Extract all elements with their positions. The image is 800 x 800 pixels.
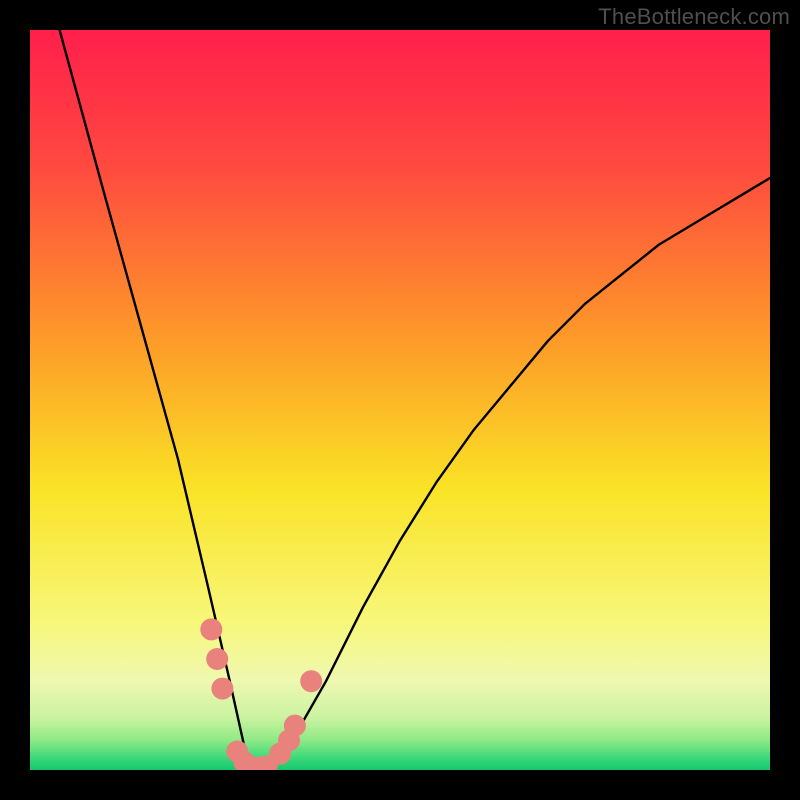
data-point <box>284 715 306 737</box>
watermark-text: TheBottleneck.com <box>598 4 790 30</box>
plot-area <box>30 30 770 770</box>
curve-layer <box>30 30 770 770</box>
data-point <box>206 648 228 670</box>
bottleneck-curve <box>60 30 770 770</box>
data-point <box>200 618 222 640</box>
data-point <box>211 678 233 700</box>
data-point <box>300 670 322 692</box>
marked-dots <box>200 618 322 770</box>
chart-frame: TheBottleneck.com <box>0 0 800 800</box>
